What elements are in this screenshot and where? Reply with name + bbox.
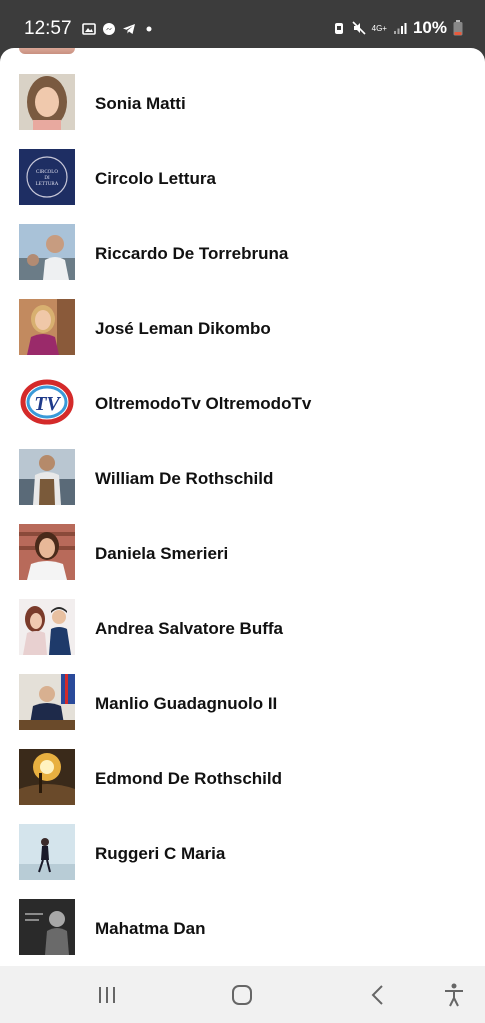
alarm-icon xyxy=(332,21,346,35)
tv-logo-icon: TV xyxy=(19,374,75,430)
avatar[interactable] xyxy=(19,449,75,505)
status-time: 12:57 xyxy=(24,18,72,39)
contact-name: Edmond De Rothschild xyxy=(95,769,282,788)
navigation-bar xyxy=(0,966,485,1023)
contact-row[interactable]: CIRCOLO DI LETTURA Circolo Lettura xyxy=(0,139,485,214)
contact-name: Riccardo De Torrebruna xyxy=(95,244,289,263)
contact-row[interactable]: Daniela Smerieri xyxy=(0,514,485,589)
contact-name: Ruggeri C Maria xyxy=(95,844,226,863)
recents-button[interactable] xyxy=(94,982,120,1008)
avatar[interactable] xyxy=(19,749,75,805)
woman-portrait-icon xyxy=(19,74,75,130)
signal-icon xyxy=(393,21,407,35)
avatar[interactable] xyxy=(19,299,75,355)
painting-icon xyxy=(19,749,75,805)
avatar[interactable] xyxy=(19,74,75,130)
contact-row[interactable]: Andrea Salvatore Buffa xyxy=(0,589,485,664)
contact-row[interactable]: Edmond De Rothschild xyxy=(0,739,485,814)
woman-bookshelf-icon xyxy=(19,524,75,580)
avatar[interactable] xyxy=(19,224,75,280)
partial-avatar xyxy=(19,48,75,54)
home-icon xyxy=(232,985,252,1005)
contact-name: William De Rothschild xyxy=(95,469,274,488)
contact-row[interactable]: TV OltremodoTv OltremodoTv xyxy=(0,364,485,439)
circle-logo-icon: CIRCOLO DI LETTURA xyxy=(19,149,75,205)
mute-icon xyxy=(352,21,366,35)
contact-row[interactable]: Ruggeri C Maria xyxy=(0,814,485,889)
contact-name: José Leman Dikombo xyxy=(95,319,271,338)
woman-walking-icon xyxy=(19,824,75,880)
back-icon xyxy=(371,985,383,1005)
svg-text:DI: DI xyxy=(44,176,50,181)
back-button[interactable] xyxy=(365,982,391,1008)
status-left: 12:57 xyxy=(24,18,156,40)
woman-blonde-icon xyxy=(19,299,75,355)
contact-row[interactable]: Manlio Guadagnuolo II xyxy=(0,664,485,739)
home-button[interactable] xyxy=(229,982,255,1008)
avatar[interactable] xyxy=(19,524,75,580)
man-vest-icon xyxy=(19,449,75,505)
accessibility-button[interactable] xyxy=(441,982,467,1008)
avatar[interactable]: TV xyxy=(19,374,75,430)
contact-name: OltremodoTv OltremodoTv xyxy=(95,394,312,413)
dot-icon xyxy=(142,22,156,36)
status-bar: 12:57 4G+ 10% xyxy=(0,0,485,52)
man-outdoors-icon xyxy=(19,224,75,280)
svg-text:CIRCOLO: CIRCOLO xyxy=(36,170,58,175)
svg-text:TV: TV xyxy=(34,393,61,415)
battery-percent: 10% xyxy=(412,18,447,37)
battery-icon xyxy=(453,20,463,36)
contact-row[interactable]: José Leman Dikombo xyxy=(0,289,485,364)
avatar[interactable] xyxy=(19,824,75,880)
status-right: 4G+ 10% xyxy=(332,18,463,38)
man-gray-icon xyxy=(19,899,75,955)
avatar[interactable] xyxy=(19,899,75,955)
gallery-icon xyxy=(81,22,96,36)
contact-name: Circolo Lettura xyxy=(95,169,216,188)
contact-name: Mahatma Dan xyxy=(95,919,206,938)
contact-row[interactable]: Riccardo De Torrebruna xyxy=(0,214,485,289)
contact-name: Daniela Smerieri xyxy=(95,544,229,563)
contact-name: Sonia Matti xyxy=(95,94,186,113)
avatar[interactable] xyxy=(19,674,75,730)
man-desk-icon xyxy=(19,674,75,730)
network-type: 4G+ xyxy=(371,23,387,33)
contact-name: Manlio Guadagnuolo II xyxy=(95,694,278,713)
contact-sheet: Sonia Matti CIRCOLO DI LETTURA Circolo L… xyxy=(0,48,485,966)
avatar[interactable] xyxy=(19,599,75,655)
telegram-icon xyxy=(122,22,136,36)
couple-icon xyxy=(19,599,75,655)
messenger-icon xyxy=(102,22,116,36)
accessibility-icon xyxy=(445,983,463,1007)
contact-row[interactable]: Mahatma Dan xyxy=(0,889,485,964)
recents-icon xyxy=(99,987,115,1003)
svg-text:LETTURA: LETTURA xyxy=(36,182,59,187)
contact-row[interactable]: William De Rothschild xyxy=(0,439,485,514)
contact-name: Andrea Salvatore Buffa xyxy=(95,619,283,638)
avatar[interactable]: CIRCOLO DI LETTURA xyxy=(19,149,75,205)
contact-row[interactable]: Sonia Matti xyxy=(0,64,485,139)
